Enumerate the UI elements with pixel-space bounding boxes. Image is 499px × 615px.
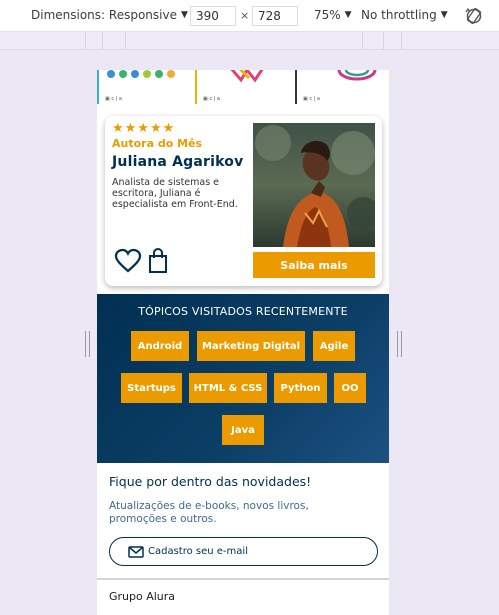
dimensions-label: Dimensions: Responsive: [31, 8, 177, 22]
publisher-mark: ▣ c | a: [303, 96, 320, 102]
author-description: Analista de sistemas e escritora, Julian…: [112, 177, 238, 210]
zoom-label: 75%: [314, 8, 341, 22]
saiba-mais-button[interactable]: Saiba mais: [253, 252, 375, 278]
publisher-mark: ▣ c | a: [203, 96, 220, 102]
footer-company: Grupo Alura: [109, 590, 176, 603]
right-resize-handle[interactable]: [397, 331, 402, 357]
newsletter-description: Atualizações de e-books, novos livros, p…: [109, 500, 309, 525]
author-name: Juliana Agarikov: [112, 154, 244, 170]
envelope-icon: [128, 545, 144, 558]
author-photo: [253, 123, 375, 247]
book-thumbnail[interactable]: ▣ c | a: [295, 70, 389, 104]
author-card: ★★★★★ Autora do Mês Juliana Agarikov Ana…: [105, 116, 382, 286]
rating-stars: ★★★★★: [112, 121, 176, 136]
topics-title: TÓPICOS VISITADOS RECENTEMENTE: [138, 305, 348, 318]
zoom-dropdown[interactable]: 75% ▼: [314, 8, 352, 22]
email-signup-label: Cadastro seu e-mail: [148, 546, 248, 557]
email-signup-button[interactable]: Cadastro seu e-mail: [109, 537, 378, 566]
book-thumbnail[interactable]: ▣ c | a: [97, 70, 189, 104]
footer-divider: [97, 578, 389, 580]
topic-tag-marketing-digital[interactable]: Marketing Digital: [197, 331, 305, 361]
left-resize-handle[interactable]: [85, 331, 90, 357]
recent-topics-section: TÓPICOS VISITADOS RECENTEMENTE Android M…: [97, 294, 389, 463]
throttle-label: No throttling: [361, 8, 437, 22]
media-query-ruler: [0, 32, 499, 50]
dimensions-dropdown[interactable]: Dimensions: Responsive ▼: [31, 8, 188, 22]
width-input[interactable]: [190, 6, 236, 26]
book-thumbnails: ▣ c | a ▣ c | a ▣ c | a: [97, 70, 389, 106]
chevron-down-icon: ▼: [180, 10, 188, 20]
publisher-mark: ▣ c | a: [105, 96, 122, 102]
throttling-dropdown[interactable]: No throttling ▼: [361, 8, 448, 22]
topic-tag-android[interactable]: Android: [131, 331, 189, 361]
height-input[interactable]: [252, 6, 298, 26]
author-of-month-label: Autora do Mês: [112, 137, 203, 150]
topic-tag-java[interactable]: Java: [222, 415, 264, 445]
topic-tag-oo[interactable]: OO: [334, 373, 366, 403]
rotate-icon[interactable]: [464, 6, 484, 26]
dimension-separator: ×: [240, 9, 250, 22]
chevron-down-icon: ▼: [344, 10, 352, 20]
newsletter-title: Fique por dentro das novidades!: [109, 474, 312, 489]
chevron-down-icon: ▼: [440, 10, 448, 20]
topic-tag-startups[interactable]: Startups: [121, 373, 182, 403]
devtools-toolbar: Dimensions: Responsive ▼ × 75% ▼ No thro…: [0, 0, 499, 32]
heart-icon[interactable]: [114, 248, 142, 274]
shopping-bag-icon[interactable]: [147, 248, 169, 274]
book-thumbnail[interactable]: ▣ c | a: [195, 70, 287, 104]
topic-tag-python[interactable]: Python: [274, 373, 327, 403]
topic-tag-html-css[interactable]: HTML & CSS: [189, 373, 267, 403]
topic-tag-agile[interactable]: Agile: [313, 331, 355, 361]
device-viewport: ▣ c | a ▣ c | a ▣ c | a ★★★★★ Autora do …: [97, 70, 389, 615]
